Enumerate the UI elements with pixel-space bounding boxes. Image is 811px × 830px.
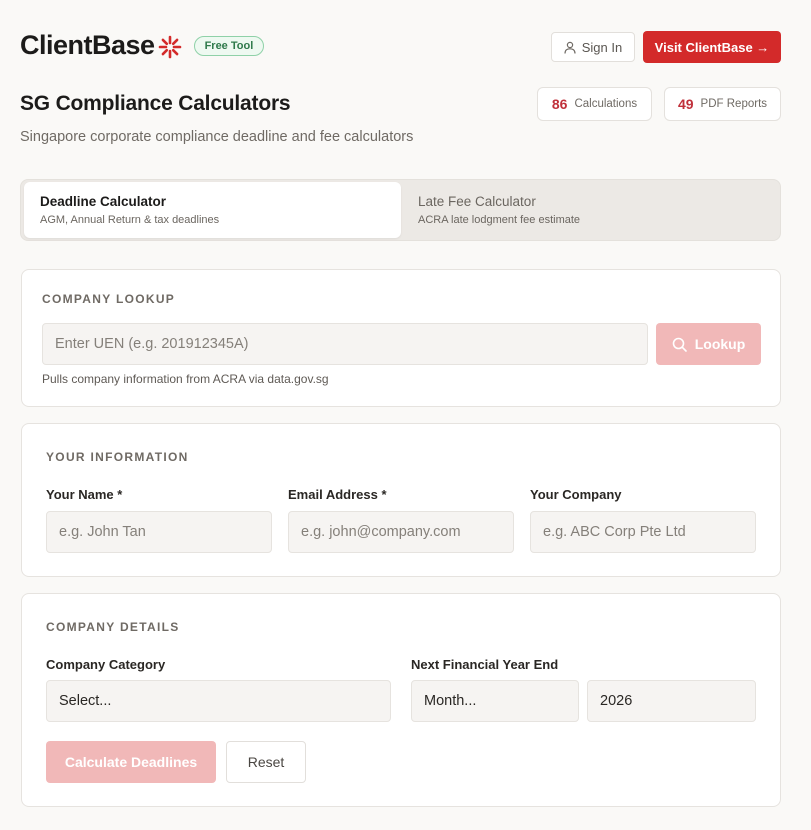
company-lookup-heading: COMPANY LOOKUP [42,292,176,306]
company-input[interactable]: e.g. ABC Corp Pte Ltd [530,511,756,553]
your-information-card: YOUR INFORMATION Your Name * e.g. John T… [21,423,781,577]
company-lookup-card: COMPANY LOOKUP Enter UEN (e.g. 201912345… [21,269,781,407]
visit-clientbase-button[interactable]: Visit ClientBase → [643,31,781,63]
company-label: Your Company [530,487,622,502]
name-input[interactable]: e.g. John Tan [46,511,272,553]
tab-deadline-calculator[interactable]: Deadline Calculator AGM, Annual Return &… [24,182,401,238]
reset-button[interactable]: Reset [226,741,306,783]
calculations-count: 86 [551,96,568,112]
page-subtitle: Singapore corporate compliance deadline … [20,129,414,145]
company-category-select[interactable]: Select... [46,680,391,722]
email-input[interactable]: e.g. john@company.com [288,511,514,553]
tab-subtitle: AGM, Annual Return & tax deadlines [40,214,220,226]
calculations-label: Calculations [574,98,638,110]
tab-title: Deadline Calculator [40,194,167,209]
calculate-deadlines-button[interactable]: Calculate Deadlines [46,741,216,783]
pdf-reports-label: PDF Reports [700,98,768,110]
user-icon [564,41,576,54]
company-details-heading: COMPANY DETAILS [46,620,180,634]
financial-year-end-label: Next Financial Year End [411,657,559,672]
tab-late-fee-calculator[interactable]: Late Fee Calculator ACRA late lodgment f… [402,182,779,238]
tab-title: Late Fee Calculator [418,194,536,209]
fye-month-select[interactable]: Month... [411,680,579,722]
pdf-reports-count: 49 [677,96,694,112]
uen-input[interactable]: Enter UEN (e.g. 201912345A) [42,323,648,365]
calculations-stat: 86 Calculations [537,87,652,121]
company-details-card: COMPANY DETAILS Company Category Select.… [21,593,781,807]
your-information-heading: YOUR INFORMATION [46,450,189,464]
lookup-label: Lookup [694,336,746,352]
tab-subtitle: ACRA late lodgment fee estimate [418,214,581,226]
name-label: Your Name * [46,487,123,502]
free-tool-badge: Free Tool [193,35,265,56]
logo[interactable]: ClientBase Free Tool [20,30,265,61]
company-category-label: Company Category [46,657,166,672]
calculator-tabs: Deadline Calculator AGM, Annual Return &… [20,179,781,241]
pdf-reports-stat: 49 PDF Reports [664,87,781,121]
search-icon [672,337,687,352]
lookup-hint: Pulls company information from ACRA via … [42,372,329,386]
logo-text: ClientBase [20,30,155,60]
lookup-button[interactable]: Lookup [656,323,761,365]
email-label: Email Address * [288,487,387,502]
sign-in-button[interactable]: Sign In [551,32,635,62]
fye-year-input[interactable]: 2026 [587,680,756,722]
burst-logo-icon [158,35,181,58]
page-title: SG Compliance Calculators [20,92,291,115]
sign-in-label: Sign In [581,39,623,55]
